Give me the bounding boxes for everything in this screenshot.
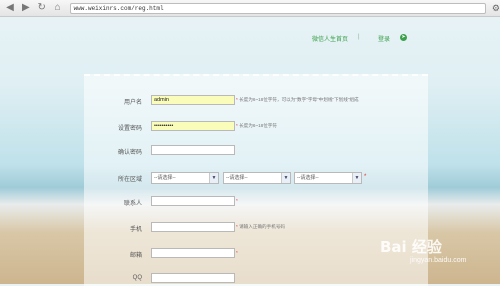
- username-label: 用户名: [123, 100, 142, 106]
- confirm-password-label: 确认密码: [117, 150, 142, 156]
- contact-label: 联系人: [123, 201, 142, 207]
- login-link[interactable]: 登录: [378, 34, 390, 43]
- back-icon[interactable]: ◀: [4, 2, 16, 14]
- password-hint: * 长度为6~18位字符: [236, 123, 277, 128]
- home-icon[interactable]: ⌂: [52, 2, 64, 14]
- header-links: 微信人生首页 | 登录 ➤: [0, 34, 500, 46]
- watermark-url: jingyan.baidu.com: [410, 257, 467, 264]
- region-label: 所在区域: [117, 177, 142, 183]
- phone-row: 手机 * 请输入正确的手机号码: [84, 222, 428, 234]
- browser-toolbar: ◀ ▶ ↻ ⌂ www.weixinrs.com/reg.html ⚙: [0, 0, 500, 17]
- phone-hint: * 请输入正确的手机号码: [236, 224, 286, 229]
- district-select[interactable]: --请选择-- ▼: [294, 172, 362, 184]
- chevron-down-icon: ▼: [281, 173, 290, 183]
- email-row: 邮箱 *: [84, 248, 428, 260]
- chevron-down-icon: ▼: [209, 173, 218, 183]
- registration-form: 用户名 admin * 长度为6~18位字符，可以为"数字"字母"中划线"下划线…: [84, 74, 428, 286]
- wrench-icon[interactable]: ⚙: [492, 3, 500, 14]
- email-label: 邮箱: [129, 253, 142, 259]
- province-value: --请选择--: [154, 175, 176, 181]
- reload-icon[interactable]: ↻: [36, 2, 48, 14]
- link-separator: |: [358, 34, 360, 40]
- password-row: 设置密码 •••••••••• * 长度为6~18位字符: [84, 121, 428, 133]
- contact-input[interactable]: [151, 196, 235, 206]
- qq-label: QQ: [132, 275, 142, 281]
- phone-input[interactable]: [151, 222, 235, 232]
- qq-input[interactable]: [151, 273, 235, 283]
- city-select[interactable]: --请选择-- ▼: [223, 172, 291, 184]
- username-input[interactable]: admin: [151, 95, 235, 105]
- password-label: 设置密码: [117, 126, 142, 132]
- qq-row: QQ: [84, 273, 428, 285]
- address-bar[interactable]: www.weixinrs.com/reg.html: [69, 2, 486, 14]
- province-select[interactable]: --请选择-- ▼: [151, 172, 219, 184]
- arrow-right-icon[interactable]: ➤: [400, 34, 407, 41]
- contact-row: 联系人 *: [84, 196, 428, 208]
- phone-label: 手机: [129, 227, 142, 233]
- username-hint: * 长度为6~18位字符，可以为"数字"字母"中划线"下划线"组成: [236, 97, 359, 102]
- baidu-jingyan-watermark: Bai 经验 jingyan.baidu.com: [380, 236, 498, 272]
- password-input[interactable]: ••••••••••: [151, 121, 235, 131]
- username-row: 用户名 admin * 长度为6~18位字符，可以为"数字"字母"中划线"下划线…: [84, 95, 428, 107]
- watermark-logo: Bai 经验: [380, 238, 442, 256]
- forward-icon[interactable]: ▶: [20, 2, 32, 14]
- region-row: 所在区域 --请选择-- ▼ --请选择-- ▼ --请选择-- ▼ *: [84, 172, 428, 184]
- home-link[interactable]: 微信人生首页: [312, 34, 348, 43]
- city-value: --请选择--: [226, 175, 248, 181]
- confirm-password-row: 确认密码: [84, 145, 428, 157]
- email-input[interactable]: [151, 248, 235, 258]
- required-star: *: [364, 174, 367, 180]
- confirm-password-input[interactable]: [151, 145, 235, 155]
- url-text: www.weixinrs.com/reg.html: [73, 4, 164, 12]
- email-required: *: [236, 250, 238, 255]
- district-value: --请选择--: [297, 175, 319, 181]
- contact-required: *: [236, 198, 238, 203]
- chevron-down-icon: ▼: [352, 173, 361, 183]
